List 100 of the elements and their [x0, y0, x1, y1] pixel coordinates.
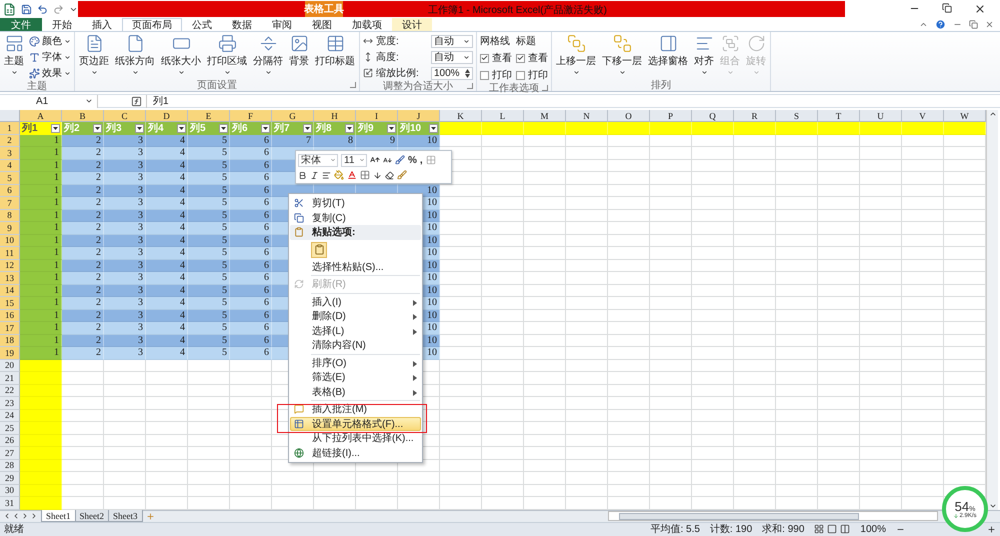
row-header[interactable]: 28	[0, 460, 20, 472]
row-header[interactable]: 25	[0, 422, 20, 434]
sheet-tab[interactable]: Sheet3	[108, 510, 142, 522]
zoom-level[interactable]: 100%	[860, 524, 886, 534]
column-header[interactable]: O	[608, 110, 650, 122]
ribbon-button[interactable]: 纸张方向	[114, 34, 156, 76]
column-header[interactable]: P	[650, 110, 692, 122]
dropdown-field[interactable]: 自动	[431, 50, 473, 64]
menu-item[interactable]: 从下拉列表中选择(K)...	[290, 431, 421, 446]
name-box[interactable]: A1	[0, 94, 98, 108]
ribbon-tab[interactable]: 设计	[392, 18, 432, 31]
row-header[interactable]: 7	[0, 197, 20, 210]
row-header[interactable]: 13	[0, 272, 20, 284]
ribbon-button[interactable]: 下移一层	[601, 34, 643, 76]
row-header[interactable]: 21	[0, 372, 20, 384]
dropdown-field[interactable]: 自动	[431, 34, 473, 48]
row-header[interactable]: 26	[0, 434, 20, 447]
font-field[interactable]: 宋体	[298, 154, 338, 167]
table-cell: 5	[188, 234, 230, 247]
column-header[interactable]: S	[776, 110, 818, 122]
ribbon-button[interactable]: 颜色	[29, 34, 71, 48]
column-header[interactable]: D	[146, 110, 188, 122]
row-header[interactable]: 6	[0, 184, 20, 197]
row-header[interactable]: 9	[0, 222, 20, 234]
column-header[interactable]: L	[482, 110, 524, 122]
column-header[interactable]: I	[356, 110, 398, 122]
column-header[interactable]: H	[314, 110, 356, 122]
ribbon-button[interactable]: 页边距	[78, 34, 110, 76]
row-header[interactable]: 22	[0, 384, 20, 397]
row-header[interactable]: 2	[0, 134, 20, 147]
column-header[interactable]: K	[440, 110, 482, 122]
row-header[interactable]: 18	[0, 334, 20, 347]
column-header[interactable]: B	[62, 110, 104, 122]
row-header[interactable]: 29	[0, 472, 20, 484]
row-header[interactable]: 15	[0, 297, 20, 310]
ribbon-tab[interactable]: 数据	[222, 18, 262, 31]
ribbon-button[interactable]: 分隔符	[252, 34, 284, 76]
row-header[interactable]: 23	[0, 397, 20, 410]
ribbon-tab[interactable]: 插入	[82, 18, 122, 31]
row-header[interactable]: 11	[0, 247, 20, 260]
column-header[interactable]: G	[272, 110, 314, 122]
sheet-tab[interactable]: Sheet2	[74, 510, 109, 522]
row-header[interactable]: 31	[0, 497, 20, 510]
column-header[interactable]: C	[104, 110, 146, 122]
ribbon-button[interactable]: 背景	[288, 34, 310, 76]
row-header[interactable]: 24	[0, 410, 20, 422]
column-header[interactable]: T	[818, 110, 860, 122]
formula-field[interactable]: 列1	[146, 94, 1000, 108]
ribbon-button[interactable]: 上移一层	[555, 34, 597, 76]
row-header[interactable]: 16	[0, 310, 20, 322]
row-header[interactable]: 30	[0, 484, 20, 497]
ribbon-button[interactable]: 选择窗格	[647, 34, 689, 76]
sheet-tab[interactable]: Sheet1	[41, 510, 76, 522]
row-header[interactable]: 1	[0, 122, 20, 134]
row-header[interactable]: 12	[0, 260, 20, 272]
row-header[interactable]: 10	[0, 234, 20, 247]
font-size-field[interactable]: 11	[341, 154, 367, 167]
column-header[interactable]: U	[860, 110, 902, 122]
row-header[interactable]: 3	[0, 147, 20, 160]
menu-item[interactable]: 超链接(I)...	[290, 446, 421, 460]
ribbon-tab[interactable]: 文件	[0, 18, 42, 31]
column-header[interactable]: M	[524, 110, 566, 122]
ribbon-button[interactable]: 主题	[3, 34, 25, 76]
row-header[interactable]: 19	[0, 347, 20, 360]
ribbon-button[interactable]: 纸张大小	[160, 34, 202, 76]
percent-button[interactable]: %	[408, 154, 417, 166]
ribbon-tab[interactable]: 开始	[42, 18, 82, 31]
row-header[interactable]: 5	[0, 172, 20, 184]
menu-item[interactable]: 筛选(E)	[290, 370, 421, 384]
ribbon-tab[interactable]: 加载项	[342, 18, 392, 31]
row-header[interactable]: 14	[0, 284, 20, 297]
ribbon-tab[interactable]: 审阅	[262, 18, 302, 31]
row-header[interactable]: 8	[0, 210, 20, 222]
ribbon-tab[interactable]: 公式	[182, 18, 222, 31]
column-header[interactable]: A	[20, 110, 62, 122]
header-cell[interactable]: 列1	[20, 122, 62, 134]
ribbon-button[interactable]: 打印区域	[206, 34, 248, 76]
column-header[interactable]: V	[902, 110, 944, 122]
row-header[interactable]: 17	[0, 322, 20, 334]
menu-item[interactable]: 表格(B)	[290, 384, 421, 399]
ribbon-button[interactable]: 打印标题	[314, 34, 356, 76]
column-header[interactable]: F	[230, 110, 272, 122]
ribbon-button[interactable]: 字体	[29, 50, 71, 64]
ribbon-button[interactable]: 效果	[29, 66, 71, 80]
column-header[interactable]: J	[398, 110, 440, 122]
ribbon-tab[interactable]: 页面布局	[122, 18, 182, 31]
row-header[interactable]: 27	[0, 447, 20, 460]
column-header[interactable]: E	[188, 110, 230, 122]
column-header[interactable]: Q	[692, 110, 734, 122]
column-header[interactable]: W	[944, 110, 986, 122]
column-header[interactable]: R	[734, 110, 776, 122]
spin-field[interactable]: 100%	[431, 66, 473, 80]
row-header[interactable]: 20	[0, 360, 20, 372]
menu-item[interactable]: 设置单元格格式(F)...	[290, 416, 421, 431]
table-cell: 5	[188, 147, 230, 160]
comma-button[interactable]: ,	[420, 154, 423, 166]
ribbon-tab[interactable]: 视图	[302, 18, 342, 31]
ribbon-button[interactable]: 对齐	[693, 34, 715, 76]
column-header[interactable]: N	[566, 110, 608, 122]
row-header[interactable]: 4	[0, 160, 20, 172]
